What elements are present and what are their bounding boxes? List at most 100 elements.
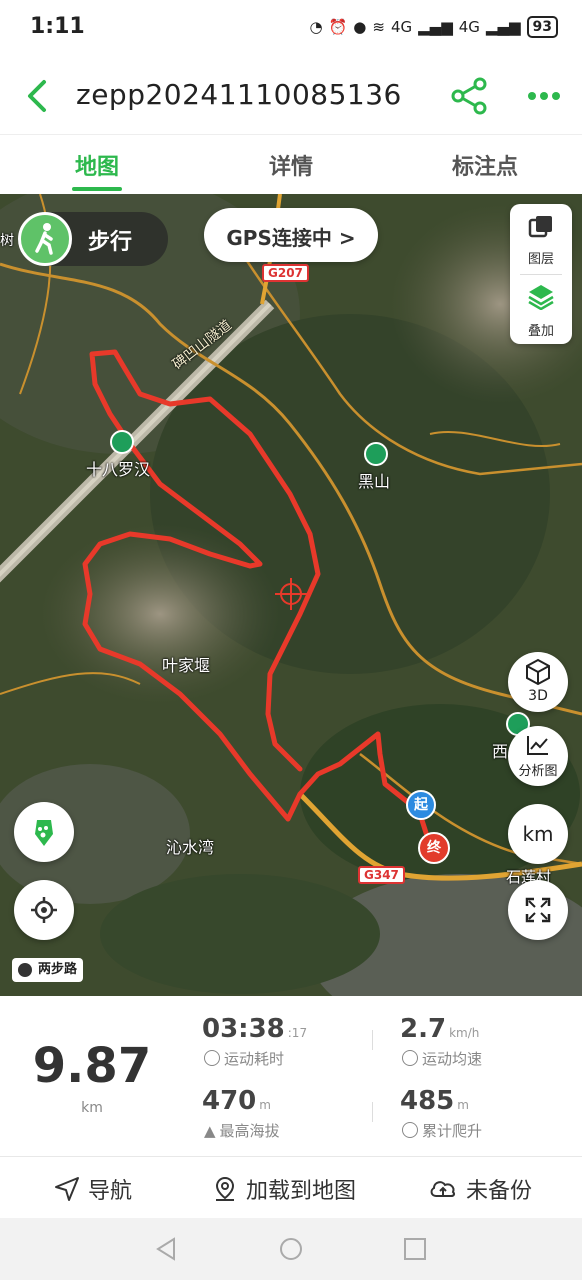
status-icons: ◔ ⏰ ● ≋ 4G ▂▄▆ 4G ▂▄▆ 93 [309,16,558,38]
place-label-xi: 西 [492,742,509,761]
fullscreen-icon [525,897,551,923]
nav-recents-icon[interactable] [402,1236,428,1262]
max-altitude-unit: m [259,1098,271,1112]
walking-icon [18,212,72,266]
clock-icon [204,1050,220,1066]
navigate-icon [55,1177,79,1201]
gps-status-button[interactable]: GPS连接中 > [204,208,378,262]
climb-label: 累计爬升 [422,1122,483,1140]
road-sign-g207: G207 [262,264,309,282]
more-icon[interactable] [524,82,564,110]
duration-label: 运动耗时 [224,1050,285,1068]
overlay-label: 叠加 [527,324,554,339]
tab-map[interactable]: 地图 [0,149,194,181]
place-label-yejiayan: 叶家堰 [162,656,211,675]
nav-home-icon[interactable] [278,1236,304,1262]
layers-button[interactable]: 图层 [510,204,572,274]
unit-toggle-button[interactable]: km [508,804,568,864]
divider [372,1030,373,1050]
place-label-cun: 树 [0,233,14,249]
locate-button[interactable] [14,880,74,940]
tab-underline [72,187,122,191]
signal-icon: ▂▄▆ [418,18,453,36]
track-end-marker[interactable]: 终 [418,832,450,864]
duration-label-row: 运动耗时 [204,1048,284,1069]
layers-icon [528,216,552,238]
place-label-shibaluohan: 十八罗汉 [86,460,151,479]
compass-icon [18,963,32,977]
avg-speed-value: 2.7 km/h [400,1014,479,1044]
load-to-map-label: 加载到地图 [246,1179,357,1204]
road-sign-g347: G347 [358,866,405,884]
layer-panel: 图层 叠加 [510,204,572,344]
activity-mode-pill[interactable]: 步行 [18,212,168,266]
page-title: zepp20241110085136 [76,78,402,111]
navigate-button[interactable]: 导航 [54,1173,132,1205]
gps-status-label: GPS连接中 > [226,226,356,250]
header: zepp20241110085136 [0,58,582,134]
max-altitude-value: 470 m [202,1086,271,1116]
duration-value: 03:38:17 [202,1014,307,1044]
mountain-poi-icon-2[interactable] [364,442,388,466]
climb-value: 485 m [400,1086,469,1116]
navigate-label: 导航 [88,1179,133,1204]
tab-details[interactable]: 详情 [194,149,388,181]
brand-badge: 两步路 [12,958,84,982]
battery-indicator: 93 [526,16,558,38]
load-to-map-button[interactable]: 加载到地图 [212,1173,356,1205]
climb-main: 485 [400,1086,455,1116]
footprint-button[interactable] [14,802,74,862]
distance-unit: km [81,1100,103,1116]
3d-label: 3D [528,688,548,704]
place-label-heishan: 黑山 [358,472,391,491]
map-view[interactable]: 步行 GPS连接中 > 图层 叠加 G207 G347 十八罗汉 黑山 叶家堰 … [0,194,582,996]
max-altitude-label: 最高海拔 [219,1122,280,1140]
overlay-icon [528,285,554,310]
mountain-peak-icon: ▲ [204,1122,216,1140]
track-start-marker[interactable]: 起 [406,790,436,820]
system-nav-bar [0,1218,582,1280]
3d-button[interactable]: 3D [508,652,568,712]
duration-main: 03:38 [202,1014,285,1044]
back-icon[interactable] [20,76,56,116]
distance-value: 9.87 [32,1038,152,1094]
locate-icon [31,897,57,923]
avg-speed-label-row: 运动均速 [402,1048,482,1069]
status-bar: 1:11 ◔ ⏰ ● ≋ 4G ▂▄▆ 4G ▂▄▆ 93 [0,0,582,58]
track-stats: 9.87 km 03:38:17 运动耗时 2.7 km/h 运动均速 470 m … [0,996,582,1156]
speed-gauge-icon [402,1050,418,1066]
layers-label: 图层 [527,252,554,267]
map-terrain [0,194,582,996]
network-label-2: 4G [458,18,480,36]
divider-2 [372,1102,373,1122]
avg-speed-unit: km/h [449,1026,480,1040]
tab-marks[interactable]: 标注点 [388,149,582,181]
analysis-chart-label: 分析图 [518,764,558,779]
mountain-poi-icon[interactable] [110,430,134,454]
place-label-qinshuiwan: 沁水湾 [166,838,215,857]
backup-label: 未备份 [466,1179,533,1204]
climb-label-row: 累计爬升 [402,1120,482,1141]
analysis-chart-button[interactable]: 分析图 [508,726,568,786]
cube-icon [526,658,550,686]
brand-label: 两步路 [38,962,78,977]
climb-icon [402,1122,418,1138]
footprint-icon [35,820,53,846]
network-label: 4G [390,18,413,36]
tab-bar: 地图 详情 标注点 [0,134,582,194]
backup-button[interactable]: 未备份 [428,1173,532,1205]
overlay-button[interactable]: 叠加 [510,274,572,344]
nav-back-icon[interactable] [154,1236,180,1262]
cloud-upload-icon [430,1181,456,1197]
wifi-icon: ≋ [372,18,385,36]
fullscreen-button[interactable] [508,880,568,940]
duration-seconds: :17 [287,1026,308,1040]
location-icon: ● [353,18,367,36]
avg-speed-label: 运动均速 [422,1050,483,1068]
chart-icon [527,736,548,755]
action-bar: 导航 加载到地图 未备份 [0,1156,582,1218]
share-icon[interactable] [450,76,490,116]
activity-mode-label: 步行 [88,230,133,255]
alarm-icon: ⏰ [328,18,348,36]
speed-icon: ◔ [309,18,323,36]
